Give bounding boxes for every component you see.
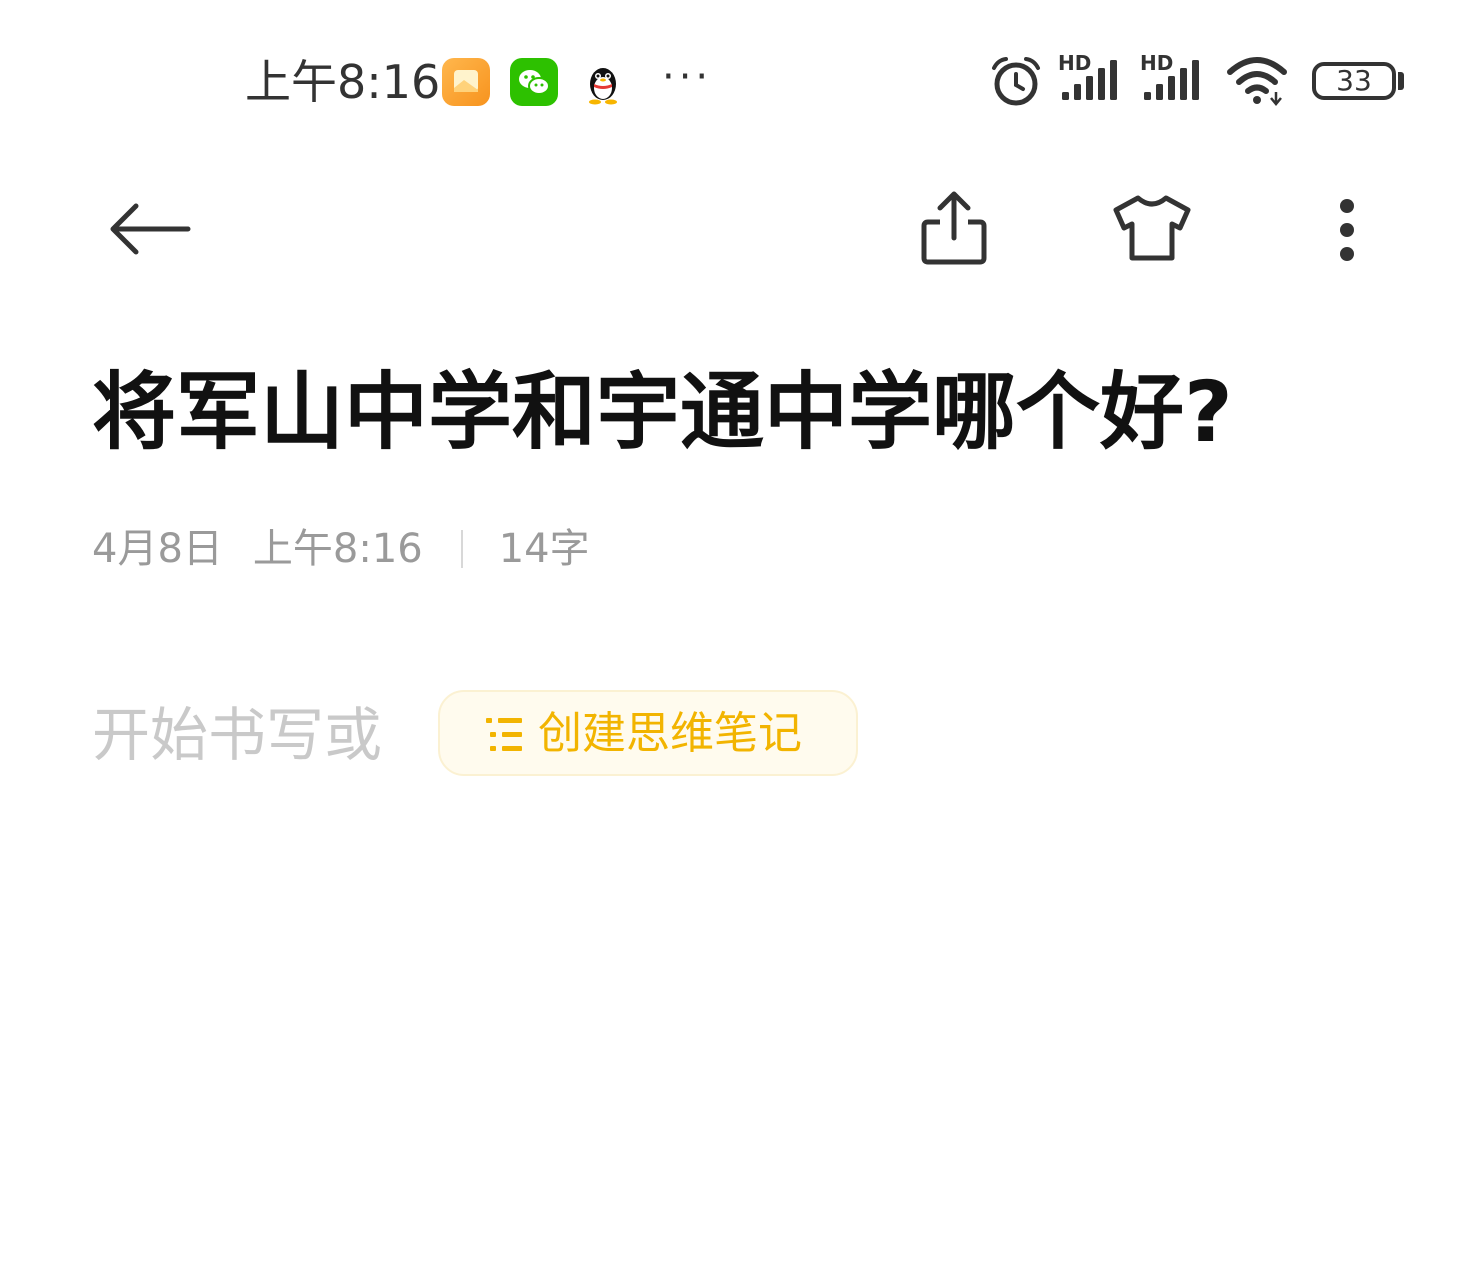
note-body-placeholder[interactable]: 开始书写或 xyxy=(92,700,382,770)
note-date: 4月8日 xyxy=(92,526,223,572)
alarm-icon xyxy=(988,56,1044,112)
battery-indicator: 33 xyxy=(1312,62,1396,100)
more-notifications-icon: ··· xyxy=(662,54,713,100)
more-options-button[interactable] xyxy=(1330,196,1364,264)
share-button[interactable] xyxy=(918,188,990,268)
gallery-icon xyxy=(442,58,490,106)
note-word-count: 14字 xyxy=(498,526,590,572)
qq-icon xyxy=(582,58,624,106)
note-time: 上午8:16 xyxy=(252,526,423,572)
back-button[interactable] xyxy=(106,196,194,262)
note-editor-screen: 上午8:16 ··· HD HD 33 将军山中学和宇通中学哪个好? 4月8日 … xyxy=(0,0,1483,1280)
wechat-icon xyxy=(510,58,558,106)
note-meta: 4月8日 上午8:16 14字 xyxy=(92,522,590,576)
meta-divider xyxy=(460,530,463,568)
note-title[interactable]: 将军山中学和宇通中学哪个好? xyxy=(92,362,1233,462)
create-mindmap-label: 创建思维笔记 xyxy=(538,708,802,759)
create-mindmap-button[interactable]: 创建思维笔记 xyxy=(438,690,858,776)
arrow-left-icon xyxy=(110,203,191,255)
status-time: 上午8:16 xyxy=(245,55,441,109)
wifi-icon xyxy=(1226,54,1292,110)
share-icon xyxy=(921,191,987,265)
t-shirt-icon xyxy=(1113,195,1191,261)
more-vertical-icon xyxy=(1340,199,1354,261)
theme-button[interactable] xyxy=(1110,192,1194,264)
battery-cap xyxy=(1398,72,1404,90)
list-outline-icon xyxy=(486,718,522,751)
